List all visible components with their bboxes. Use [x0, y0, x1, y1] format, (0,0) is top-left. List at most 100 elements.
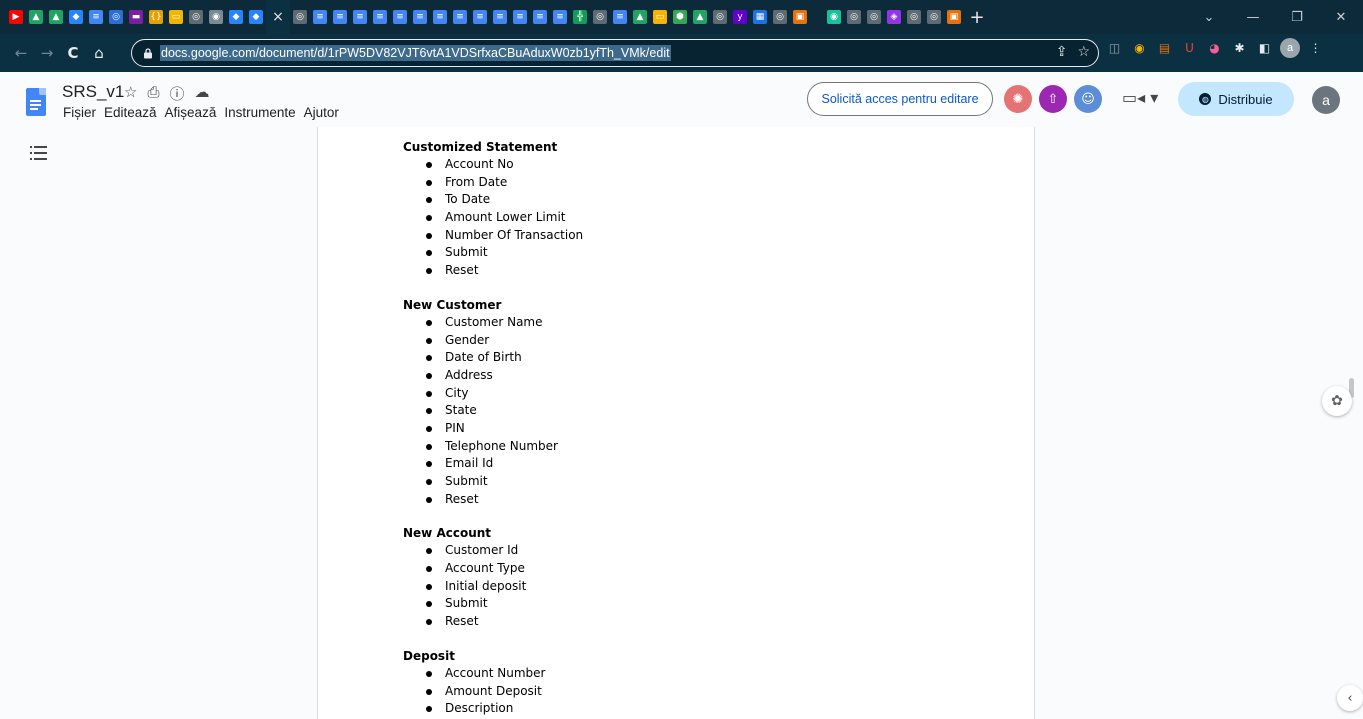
browser-menu-icon[interactable]: ⋮ — [1306, 39, 1325, 58]
star-icon[interactable]: ☆ — [124, 83, 137, 104]
browser-profile-avatar[interactable]: a — [1280, 38, 1300, 58]
tab-24[interactable]: ≡ — [490, 0, 510, 34]
tab-37[interactable]: ▦ — [750, 0, 770, 34]
tab-8[interactable]: ▭ — [166, 0, 186, 34]
tab-26[interactable]: ≡ — [530, 0, 550, 34]
tab-15[interactable]: ≡ — [310, 0, 330, 34]
side-panel-toggle-icon[interactable]: ‹ — [1337, 685, 1363, 711]
tab-25[interactable]: ≡ — [510, 0, 530, 34]
minimize-icon[interactable]: — — [1231, 0, 1275, 34]
tab-30[interactable]: ≡ — [610, 0, 630, 34]
bullet-list: Account Number Amount Deposit Description — [403, 665, 583, 718]
menu-edit[interactable]: Editează — [104, 105, 157, 120]
tab-19[interactable]: ≡ — [390, 0, 410, 34]
cloud-status-icon[interactable]: ☁ — [194, 83, 209, 104]
menu-view[interactable]: Afișează — [165, 105, 217, 120]
tab-7[interactable]: {} — [146, 0, 166, 34]
tab-23[interactable]: ≡ — [470, 0, 490, 34]
tab-44[interactable]: ◈ — [884, 0, 904, 34]
tab-42[interactable]: ◎ — [844, 0, 864, 34]
url-text[interactable]: docs.google.com/document/d/1rPW5DV82VJT6… — [160, 45, 671, 61]
tab-10[interactable]: ◉ — [206, 0, 226, 34]
back-icon[interactable]: ← — [8, 38, 34, 68]
tab-31[interactable]: ▲ — [630, 0, 650, 34]
close-icon[interactable]: × — [271, 10, 285, 24]
docs-icon: ≡ — [353, 10, 367, 24]
tab-28[interactable]: ╬ — [570, 0, 590, 34]
info-icon[interactable]: ⓘ — [169, 83, 184, 104]
tab-38[interactable]: ◎ — [770, 0, 790, 34]
tab-active[interactable]: × — [266, 0, 290, 34]
tab-43[interactable]: ◎ — [864, 0, 884, 34]
tab-17[interactable]: ≡ — [350, 0, 370, 34]
tab-14[interactable]: ◎ — [290, 0, 310, 34]
close-window-icon[interactable]: ✕ — [1319, 0, 1363, 34]
menu-help[interactable]: Ajutor — [304, 105, 339, 120]
color-picker-icon[interactable]: ◉ — [1130, 39, 1149, 58]
jira-icon: ◆ — [229, 10, 243, 24]
tab-18[interactable]: ≡ — [370, 0, 390, 34]
docs-logo-icon[interactable] — [26, 88, 46, 116]
tab-27[interactable]: ≡ — [550, 0, 570, 34]
tab-3[interactable]: ◆ — [66, 0, 86, 34]
puzzle-icon[interactable]: ✱ — [1230, 39, 1249, 58]
tab-0[interactable]: ▶ — [6, 0, 26, 34]
tab-29[interactable]: ◎ — [590, 0, 610, 34]
restore-icon[interactable]: ❐ — [1275, 0, 1319, 34]
eyes-icon[interactable]: ◕ — [1205, 39, 1224, 58]
tab-4[interactable]: ≡ — [86, 0, 106, 34]
lock-icon[interactable] — [142, 47, 154, 59]
reload-icon[interactable]: C — [60, 38, 86, 68]
share-page-icon[interactable]: ⇪ — [1056, 44, 1068, 60]
tab-22[interactable]: ≡ — [450, 0, 470, 34]
collaborator-avatar-octopus[interactable]: ✺ — [1004, 85, 1032, 113]
tab-41[interactable]: ◉ — [824, 0, 844, 34]
menu-tools[interactable]: Instrumente — [224, 105, 295, 120]
document-title[interactable]: SRS_v1 — [62, 82, 124, 102]
bookmark-star-icon[interactable]: ☆ — [1077, 44, 1090, 60]
tab-12[interactable]: ◆ — [246, 0, 266, 34]
document-outline-icon[interactable] — [30, 146, 47, 160]
tab-36[interactable]: y — [730, 0, 750, 34]
gemini-icon[interactable]: ✿ — [1322, 386, 1352, 416]
tab-2[interactable]: ▲ — [46, 0, 66, 34]
tab-33[interactable]: ⬢ — [670, 0, 690, 34]
collaborator-avatar-penguin[interactable]: ⇧ — [1039, 85, 1067, 113]
new-tab-icon[interactable]: + — [964, 0, 990, 34]
request-edit-access-button[interactable]: Solicită acces pentru editare — [807, 82, 993, 116]
user-avatar[interactable]: a — [1312, 86, 1340, 114]
tab-11[interactable]: ◆ — [226, 0, 246, 34]
side-panel-icon[interactable]: ◧ — [1255, 39, 1274, 58]
tab-47[interactable]: ▣ — [944, 0, 964, 34]
tab-34[interactable]: ▲ — [690, 0, 710, 34]
tab-20[interactable]: ≡ — [410, 0, 430, 34]
chart-extension-icon[interactable]: ▤ — [1155, 39, 1174, 58]
tab-9[interactable]: ◎ — [186, 0, 206, 34]
tab-46[interactable]: ◎ — [924, 0, 944, 34]
tab-1[interactable]: ▲ — [26, 0, 46, 34]
forward-icon[interactable]: → — [34, 38, 60, 68]
address-bar[interactable]: docs.google.com/document/d/1rPW5DV82VJT6… — [131, 39, 1099, 67]
tab-35[interactable]: ◎ — [710, 0, 730, 34]
meet-icon[interactable]: ▭◂ ▾ — [1122, 88, 1158, 107]
document-content[interactable]: Customized Statement Account No From Date T… — [403, 139, 583, 719]
share-button[interactable]: ◍ Distribuie — [1178, 82, 1294, 116]
docs-icon: ≡ — [413, 10, 427, 24]
reader-icon[interactable]: ◫ — [1105, 39, 1124, 58]
document-page[interactable]: Customized Statement Account No From Date T… — [317, 127, 1035, 719]
tab-16[interactable]: ≡ — [330, 0, 350, 34]
move-to-drive-icon[interactable]: ⎙ — [147, 83, 159, 104]
list-item: To Date — [403, 191, 583, 209]
tab-5[interactable]: ◎ — [106, 0, 126, 34]
tab-39[interactable]: ▣ — [790, 0, 810, 34]
magnet-icon[interactable]: Ս — [1180, 39, 1199, 58]
tab-search-icon[interactable]: ⌄ — [1187, 0, 1231, 34]
tab-45[interactable]: ◎ — [904, 0, 924, 34]
home-icon[interactable]: ⌂ — [86, 38, 112, 68]
collaborator-avatar-cat[interactable]: ☺ — [1074, 85, 1102, 113]
tab-6[interactable]: ▬ — [126, 0, 146, 34]
tab-32[interactable]: ▭ — [650, 0, 670, 34]
menu-file[interactable]: Fișier — [63, 105, 96, 120]
tab-21[interactable]: ≡ — [430, 0, 450, 34]
globe-icon: ◎ — [907, 10, 921, 24]
